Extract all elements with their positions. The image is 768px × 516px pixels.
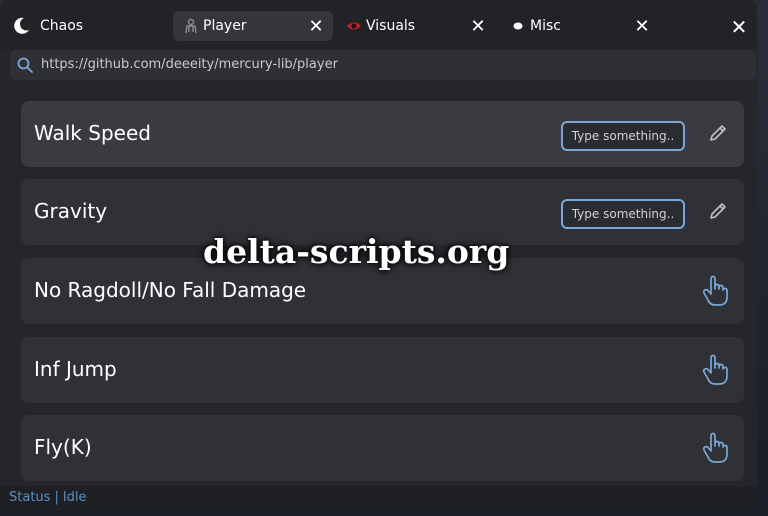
player-icon	[185, 18, 197, 34]
status-value: Idle	[62, 490, 87, 505]
pencil-icon	[710, 203, 726, 219]
option-title: Walk Speed	[34, 121, 151, 145]
tab-close-icon[interactable]: ✕	[467, 15, 489, 37]
options-list: Walk Speed Type something.. Gravity Type…	[0, 88, 757, 486]
hand-pointer-icon	[702, 354, 728, 385]
option-title: No Ragdoll/No Fall Damage	[34, 278, 307, 302]
option-fly[interactable]: Fly(K)	[21, 415, 744, 481]
option-title: Gravity	[34, 199, 108, 223]
tab-label: Visuals	[366, 18, 416, 34]
tab-misc[interactable]: Misc ✕	[500, 11, 660, 41]
search-icon	[17, 57, 33, 73]
tab-bar: Chaos Player ✕ Visuals ✕ Misc ✕ ✕	[0, 0, 757, 50]
option-walk-speed: Walk Speed Type something..	[21, 101, 744, 167]
address-url: https://github.com/deeeity/mercury-lib/p…	[41, 57, 338, 72]
window-close-icon[interactable]: ✕	[728, 15, 750, 39]
tab-close-icon[interactable]: ✕	[305, 15, 327, 37]
status-bar: Status | Idle	[0, 486, 757, 510]
option-title: Fly(K)	[34, 435, 92, 459]
app-brand: Chaos	[10, 13, 83, 39]
hand-pointer-icon	[702, 275, 728, 306]
option-inf-jump[interactable]: Inf Jump	[21, 337, 744, 403]
walk-speed-input[interactable]: Type something..	[561, 121, 685, 151]
address-bar[interactable]: https://github.com/deeeity/mercury-lib/p…	[10, 50, 756, 80]
option-title: Inf Jump	[34, 357, 117, 381]
tab-close-icon[interactable]: ✕	[631, 15, 653, 37]
hand-pointer-icon	[702, 432, 728, 463]
watermark: delta-scripts.org	[203, 232, 510, 271]
tab-visuals[interactable]: Visuals ✕	[336, 11, 496, 41]
pencil-icon	[710, 125, 726, 141]
app-title: Chaos	[40, 18, 84, 34]
eye-icon	[347, 22, 361, 30]
gravity-input[interactable]: Type something..	[561, 199, 685, 229]
tab-player[interactable]: Player ✕	[173, 11, 333, 41]
status-label: Status	[9, 490, 51, 505]
status-text: Status | Idle	[9, 490, 87, 505]
moon-icon	[14, 17, 29, 34]
tab-label: Player	[203, 18, 247, 34]
dot-icon	[513, 22, 523, 30]
status-separator: |	[54, 490, 59, 505]
tab-label: Misc	[530, 18, 561, 34]
